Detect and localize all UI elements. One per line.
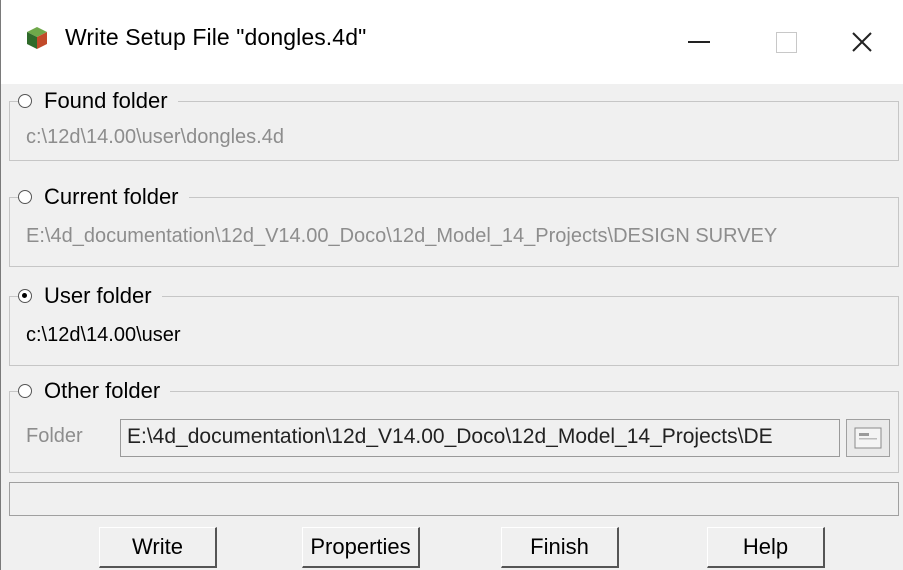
help-button[interactable]: Help bbox=[707, 527, 825, 568]
finish-button[interactable]: Finish bbox=[501, 527, 619, 568]
folder-field-label: Folder bbox=[26, 425, 83, 447]
current-folder-radio[interactable]: Current folder bbox=[18, 181, 189, 213]
app-cube-icon bbox=[27, 27, 47, 49]
other-folder-group: Other folder Folder E:\4d_documentation\… bbox=[9, 375, 899, 473]
close-icon bbox=[852, 32, 872, 52]
maximize-button[interactable] bbox=[743, 0, 829, 84]
status-bar bbox=[9, 482, 899, 516]
properties-button[interactable]: Properties bbox=[302, 527, 420, 568]
current-folder-group: Current folder E:\4d_documentation\12d_V… bbox=[9, 181, 899, 267]
user-folder-path: c:\12d\14.00\user bbox=[26, 324, 181, 346]
folder-input[interactable]: E:\4d_documentation\12d_V14.00_Doco\12d_… bbox=[120, 419, 840, 457]
window-title: Write Setup File "dongles.4d" bbox=[65, 24, 367, 50]
write-button[interactable]: Write bbox=[99, 527, 217, 568]
found-folder-label: Found folder bbox=[44, 88, 168, 113]
minimize-button[interactable] bbox=[656, 0, 742, 84]
user-folder-label: User folder bbox=[44, 283, 152, 308]
user-folder-radio-button[interactable] bbox=[18, 289, 32, 303]
title-bar[interactable]: Write Setup File "dongles.4d" bbox=[1, 0, 903, 84]
current-folder-radio-button[interactable] bbox=[18, 190, 32, 204]
found-folder-radio[interactable]: Found folder bbox=[18, 85, 178, 117]
user-folder-group: User folder c:\12d\14.00\user bbox=[9, 280, 899, 366]
folder-browse-button[interactable] bbox=[846, 419, 890, 457]
found-folder-radio-button[interactable] bbox=[18, 94, 32, 108]
current-folder-path: E:\4d_documentation\12d_V14.00_Doco\12d_… bbox=[26, 225, 778, 247]
minimize-icon bbox=[688, 41, 710, 43]
other-folder-radio[interactable]: Other folder bbox=[18, 375, 171, 407]
found-folder-group: Found folder c:\12d\14.00\user\dongles.4… bbox=[9, 85, 899, 161]
current-folder-label: Current folder bbox=[44, 184, 179, 209]
other-folder-radio-button[interactable] bbox=[18, 384, 32, 398]
other-folder-label: Other folder bbox=[44, 378, 161, 403]
close-button[interactable] bbox=[819, 0, 903, 84]
found-folder-path: c:\12d\14.00\user\dongles.4d bbox=[26, 126, 284, 148]
maximize-icon bbox=[775, 31, 797, 53]
user-folder-radio[interactable]: User folder bbox=[18, 280, 162, 312]
write-setup-dialog: Write Setup File "dongles.4d" Found fold… bbox=[0, 0, 903, 570]
folder-browse-icon bbox=[854, 427, 882, 449]
